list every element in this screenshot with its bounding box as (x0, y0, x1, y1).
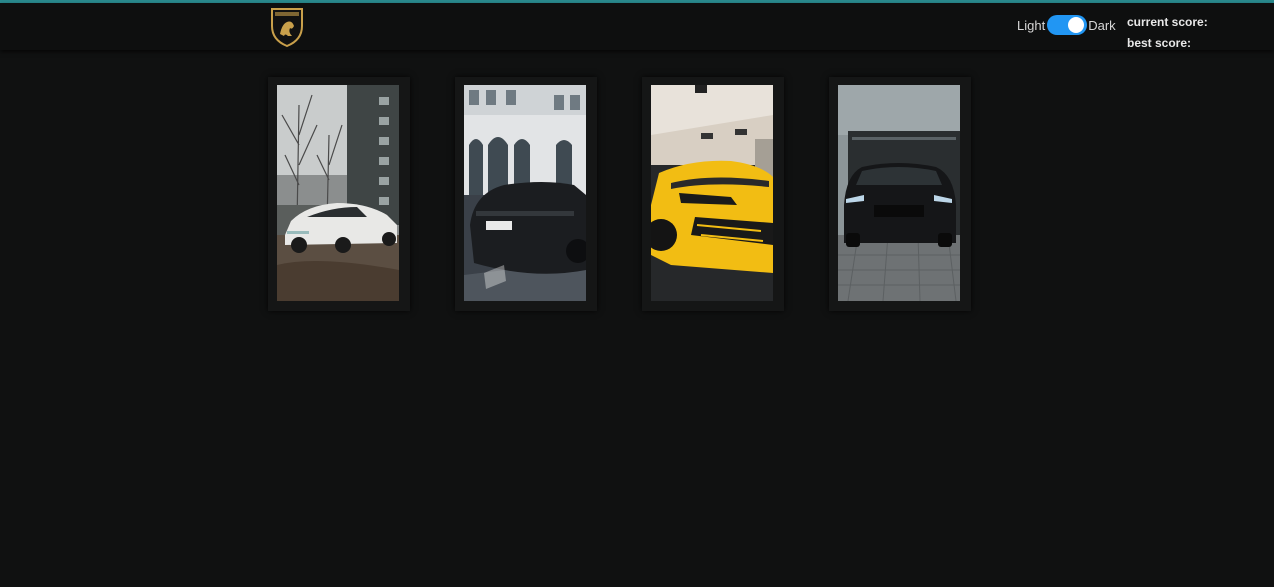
yellow-suv-front-card[interactable] (642, 77, 784, 311)
light-label: Light (1017, 17, 1046, 33)
dark-label: Dark (1088, 17, 1116, 33)
best-score-label: best score: (1127, 36, 1192, 50)
yellow-lamborghini-urus-front-photo-icon (651, 85, 773, 301)
header-bar: Light Dark current score: best score: (0, 3, 1274, 50)
black-suv-front-card[interactable] (829, 77, 971, 311)
white-suv-card[interactable] (268, 77, 410, 311)
switch-knob (1068, 17, 1085, 33)
score-panel: current score: best score: (1127, 12, 1208, 54)
dark-mode-switch[interactable] (1047, 15, 1088, 35)
theme-toggle: Light Dark (1017, 14, 1116, 36)
black-suv-rear-card[interactable] (455, 77, 597, 311)
black-lamborghini-urus-rear-photo-icon (464, 85, 586, 301)
lamborghini-logo-icon[interactable] (268, 6, 306, 48)
current-score-label: current score: (1127, 15, 1208, 29)
white-lamborghini-urus-photo-icon (277, 85, 399, 301)
black-lamborghini-urus-front-photo-icon (838, 85, 960, 301)
